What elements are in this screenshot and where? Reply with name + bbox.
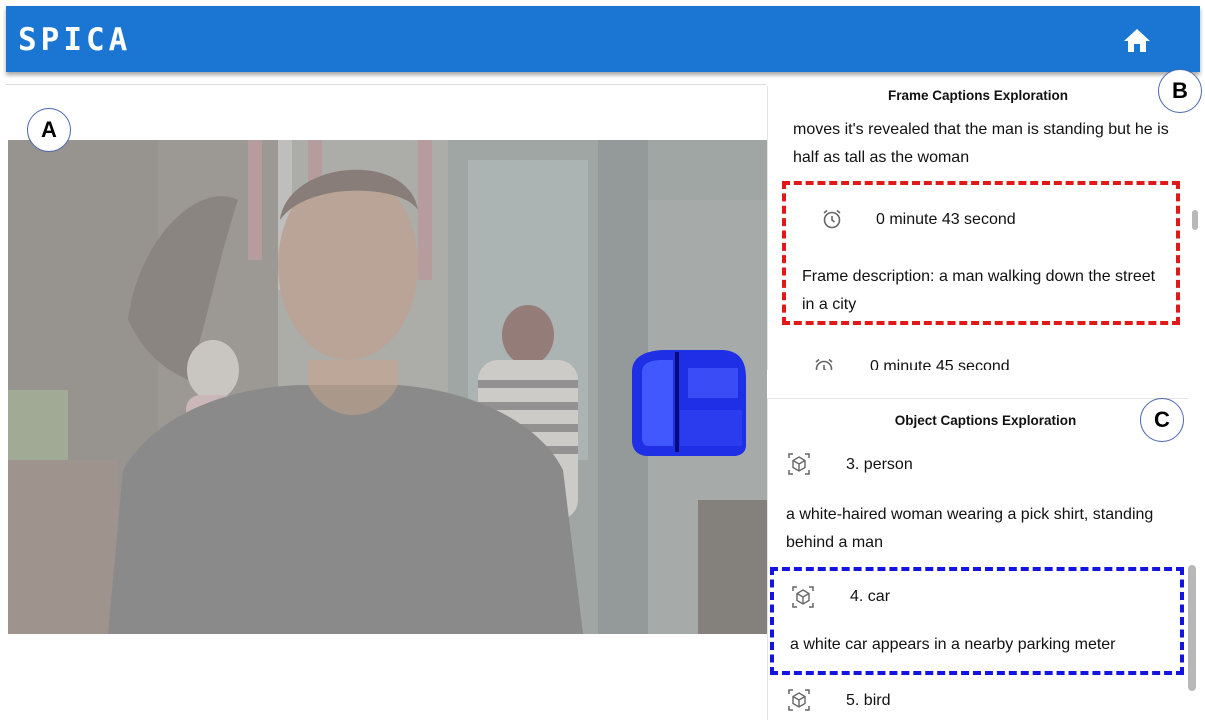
marker-c: C: [1140, 398, 1184, 442]
object-label: 4. car: [850, 588, 891, 605]
3d-box-icon: [786, 451, 812, 477]
object-label: 5. bird: [846, 692, 891, 709]
object-caption: a white-haired woman wearing a pick shir…: [786, 506, 1154, 551]
object-caption: a white car appears in a nearby parking …: [790, 636, 1116, 653]
app-title: SPICA: [18, 22, 132, 58]
alarm-clock-icon: [820, 207, 844, 231]
marker-b: B: [1158, 69, 1202, 113]
object-panel-title: Object Captions Exploration: [894, 413, 1077, 428]
highlighted-object-card[interactable]: 4. car a white car appears in a nearby p…: [770, 567, 1184, 675]
object-scrollbar-thumb[interactable]: [1188, 565, 1196, 691]
home-icon[interactable]: [1122, 26, 1152, 54]
frame-scrollbar-thumb[interactable]: [1192, 210, 1198, 230]
highlighted-frame-card[interactable]: 0 minute 43 second Frame description: a …: [782, 181, 1180, 325]
divider: [6, 84, 766, 85]
3d-box-icon: [786, 687, 812, 713]
frame-panel-title: Frame Captions Exploration: [887, 88, 1069, 103]
object-label: 3. person: [846, 456, 913, 473]
next-frame-time: 0 minute 45 second: [870, 358, 1010, 370]
3d-box-icon: [790, 584, 816, 610]
frame-captions-panel[interactable]: Frame Captions Exploration moves it's re…: [767, 86, 1188, 370]
object-captions-panel[interactable]: Object Captions Exploration 3. person a …: [767, 398, 1188, 720]
frame-caption-text: moves it's revealed that the man is stan…: [793, 121, 1169, 166]
frame-description: Frame description: a man walking down th…: [802, 268, 1156, 313]
frame-time: 0 minute 43 second: [876, 211, 1016, 228]
video-frame[interactable]: [8, 140, 767, 634]
app-bar: SPICA: [6, 6, 1200, 72]
alarm-clock-icon: [812, 356, 836, 370]
marker-a: A: [27, 108, 71, 152]
